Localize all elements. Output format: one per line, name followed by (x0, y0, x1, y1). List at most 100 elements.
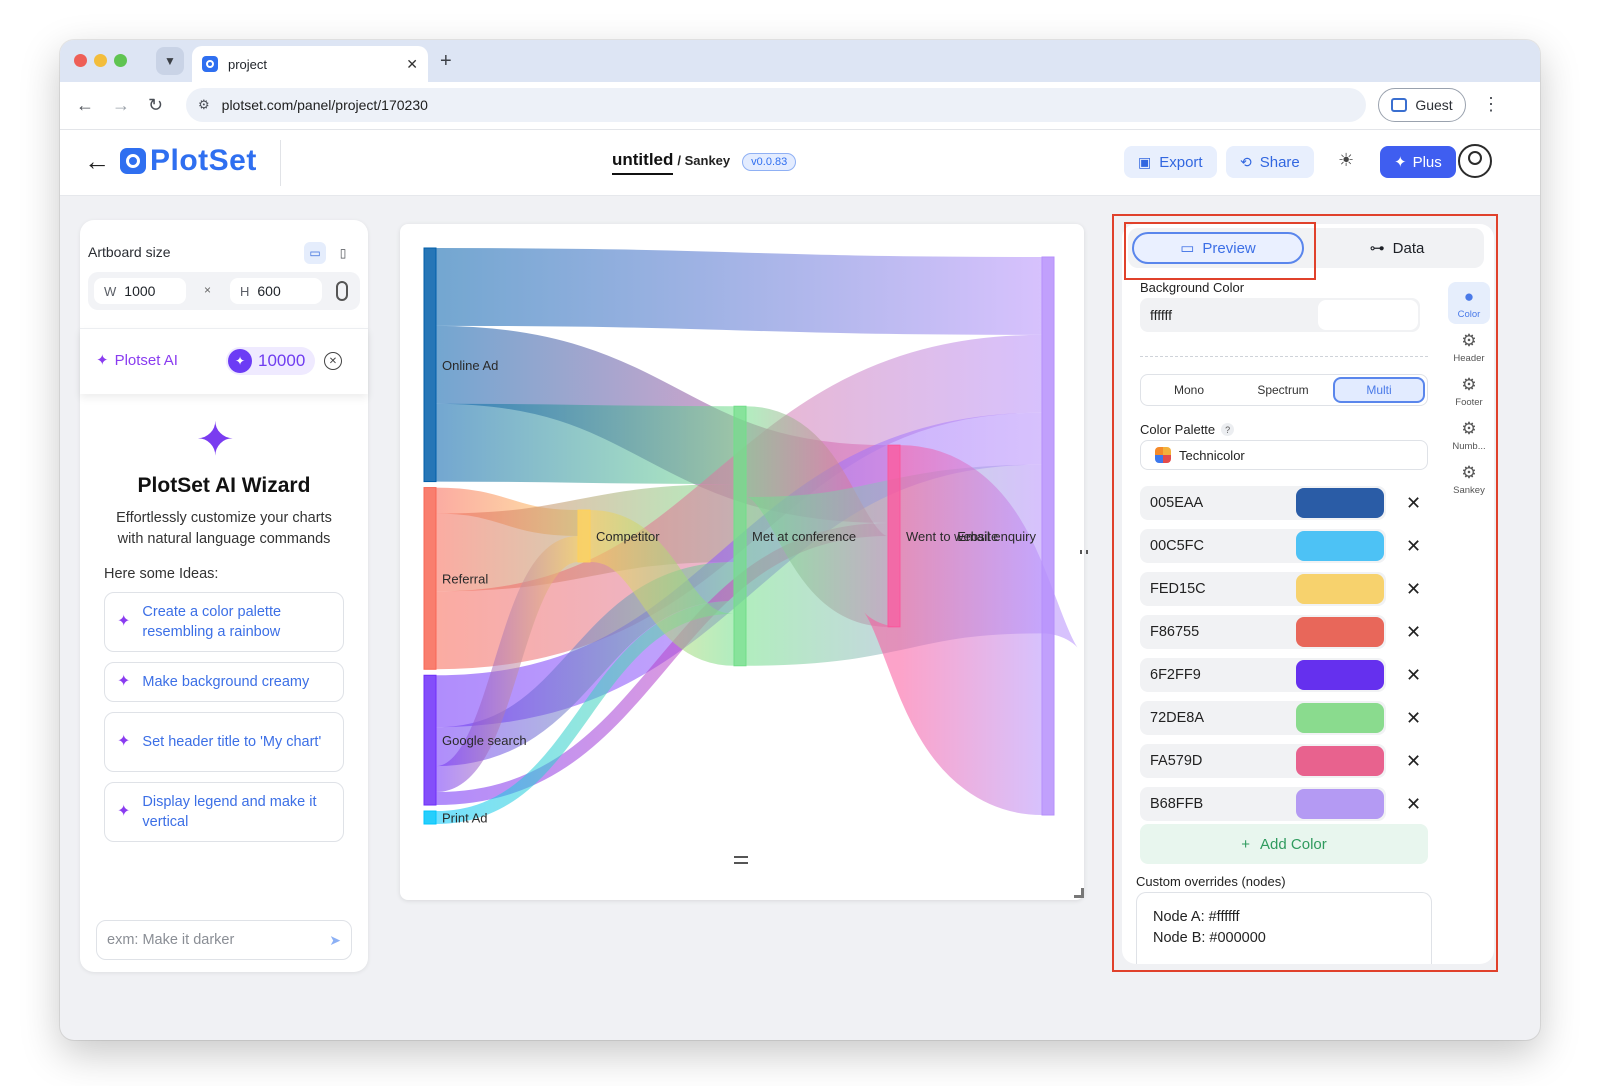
idea-text: Make background creamy (142, 674, 310, 690)
idea-suggestion[interactable]: ✦ Display legend and make it vertical (104, 782, 344, 842)
rail-color[interactable]: ● Color (1448, 282, 1490, 324)
ai-command-box: ➤ (96, 920, 352, 960)
tab-data[interactable]: ⊶ Data (1314, 232, 1480, 264)
rail-label: Sankey (1453, 484, 1485, 496)
new-tab-button[interactable]: + (440, 50, 452, 73)
idea-suggestion[interactable]: ✦ Make background creamy (104, 662, 344, 702)
app-header: ← PlotSet untitled / Sankey v0.0.83 ▣ Ex… (60, 130, 1540, 196)
share-button[interactable]: ⟲ Share (1226, 146, 1314, 178)
color-swatch[interactable] (1296, 703, 1384, 733)
color-swatch[interactable] (1296, 617, 1384, 647)
rail-label: Footer (1455, 396, 1483, 408)
resize-handle-right[interactable] (1080, 550, 1088, 554)
mobile-icon[interactable]: ▯ (332, 242, 354, 264)
custom-overrides-textarea[interactable]: Node A: #ffffff Node B: #000000 (1136, 892, 1432, 964)
color-swatch[interactable] (1296, 660, 1384, 690)
sparkle-icon: ✦ (117, 733, 131, 750)
idea-suggestion[interactable]: ✦ Set header title to 'My chart' (104, 712, 344, 772)
data-tree-icon: ⊶ (1369, 240, 1385, 257)
rail-label: Header (1453, 352, 1485, 364)
sankey-node[interactable] (1041, 256, 1055, 816)
sankey-node[interactable] (733, 405, 747, 667)
sankey-link[interactable] (435, 247, 1043, 335)
color-swatch[interactable] (1296, 789, 1384, 819)
artboard-dimensions: W 1000 × H 600 (88, 272, 360, 310)
tab-list-button[interactable]: ▼ (156, 47, 184, 75)
rail-footer[interactable]: ⚙ Footer (1448, 370, 1490, 412)
desktop-icon[interactable]: ▭ (304, 242, 326, 264)
back-arrow-icon[interactable]: ← (84, 146, 110, 177)
close-window-button[interactable] (74, 54, 87, 67)
help-icon[interactable]: ? (1221, 423, 1235, 436)
sankey-node[interactable] (423, 247, 437, 483)
background-color-label: Background Color (1140, 280, 1245, 295)
color-palette-select[interactable]: Technicolor (1140, 440, 1428, 470)
sankey-node[interactable] (423, 487, 437, 670)
plotset-logo[interactable]: PlotSet (120, 144, 257, 178)
rail-header[interactable]: ⚙ Header (1448, 326, 1490, 368)
theme-toggle-sun-icon[interactable]: ☀ (1338, 150, 1354, 171)
export-label: Export (1159, 153, 1203, 171)
profile-button[interactable]: Guest (1378, 88, 1466, 122)
remove-color-icon[interactable]: ✕ (1406, 665, 1421, 686)
remove-color-icon[interactable]: ✕ (1406, 579, 1421, 600)
aspect-lock-icon[interactable] (336, 281, 348, 301)
browser-menu-icon[interactable]: ⋮ (1482, 94, 1500, 115)
settings-rail: ● Color ⚙ Header ⚙ Footer ⚙ Numb... ⚙ Sa… (1448, 282, 1492, 502)
width-field[interactable]: W 1000 (94, 278, 186, 304)
back-arrow-icon[interactable]: ← (76, 95, 94, 116)
resize-handle-corner[interactable] (1074, 888, 1084, 898)
resize-handle-bottom[interactable] (734, 856, 748, 864)
reload-icon[interactable]: ↻ (148, 95, 163, 116)
rail-numbers[interactable]: ⚙ Numb... (1448, 414, 1490, 456)
rail-sankey[interactable]: ⚙ Sankey (1448, 458, 1490, 500)
send-icon[interactable]: ➤ (329, 932, 341, 949)
color-swatch[interactable] (1296, 531, 1384, 561)
gear-icon: ⚙ (1461, 374, 1477, 394)
mode-multi[interactable]: Multi (1333, 377, 1425, 403)
site-settings-icon[interactable]: ⚙ (198, 97, 210, 113)
sankey-node[interactable] (423, 810, 437, 825)
address-bar[interactable]: ⚙ plotset.com/panel/project/170230 (186, 88, 1366, 122)
forward-arrow-icon[interactable]: → (112, 95, 130, 116)
add-color-button[interactable]: + Add Color (1140, 824, 1428, 864)
minimize-window-button[interactable] (94, 54, 107, 67)
color-swatch[interactable] (1296, 746, 1384, 776)
sankey-node[interactable] (423, 674, 437, 806)
remove-color-icon[interactable]: ✕ (1406, 622, 1421, 643)
user-avatar-icon[interactable] (1458, 144, 1492, 178)
tab-preview[interactable]: ▭ Preview (1132, 232, 1304, 264)
browser-tab[interactable]: project ✕ (192, 46, 428, 82)
idea-suggestion[interactable]: ✦ Create a color palette resembling a ra… (104, 592, 344, 652)
maximize-window-button[interactable] (114, 54, 127, 67)
remove-color-icon[interactable]: ✕ (1406, 794, 1421, 815)
ai-command-input[interactable] (107, 932, 330, 948)
sparkle-icon: ✦ (117, 673, 131, 690)
sankey-link[interactable] (435, 403, 735, 485)
background-color-field[interactable]: ffffff (1140, 298, 1420, 332)
remove-color-icon[interactable]: ✕ (1406, 493, 1421, 514)
plotset-ai-label: ✦ Plotset AI (96, 351, 178, 370)
color-hex-value: 00C5FC (1150, 538, 1204, 554)
remove-color-icon[interactable]: ✕ (1406, 708, 1421, 729)
sankey-link[interactable] (860, 445, 1082, 815)
remove-color-icon[interactable]: ✕ (1406, 536, 1421, 557)
mode-spectrum[interactable]: Spectrum (1237, 377, 1329, 403)
background-color-swatch[interactable] (1318, 300, 1418, 330)
project-name[interactable]: untitled (612, 150, 674, 175)
ai-wizard-panel: Artboard size ▭ ▯ W 1000 × H 600 ✦ Plots… (80, 220, 368, 972)
sankey-node[interactable] (577, 509, 591, 563)
height-field[interactable]: H 600 (230, 278, 322, 304)
mode-mono[interactable]: Mono (1143, 377, 1235, 403)
sankey-node[interactable] (887, 444, 901, 628)
plus-upgrade-button[interactable]: ✦ Plus (1380, 146, 1456, 178)
export-button[interactable]: ▣ Export (1124, 146, 1217, 178)
color-swatch[interactable] (1296, 574, 1384, 604)
sankey-node-label: Competitor (596, 529, 660, 544)
remove-color-icon[interactable]: ✕ (1406, 751, 1421, 772)
tab-close-icon[interactable]: ✕ (406, 56, 418, 73)
share-icon: ⟲ (1240, 153, 1252, 170)
close-ai-icon[interactable]: ✕ (324, 352, 342, 370)
sankey-chart: Online Ad Referral Google search Print Ad Co… (423, 247, 1082, 826)
color-swatch[interactable] (1296, 488, 1384, 518)
